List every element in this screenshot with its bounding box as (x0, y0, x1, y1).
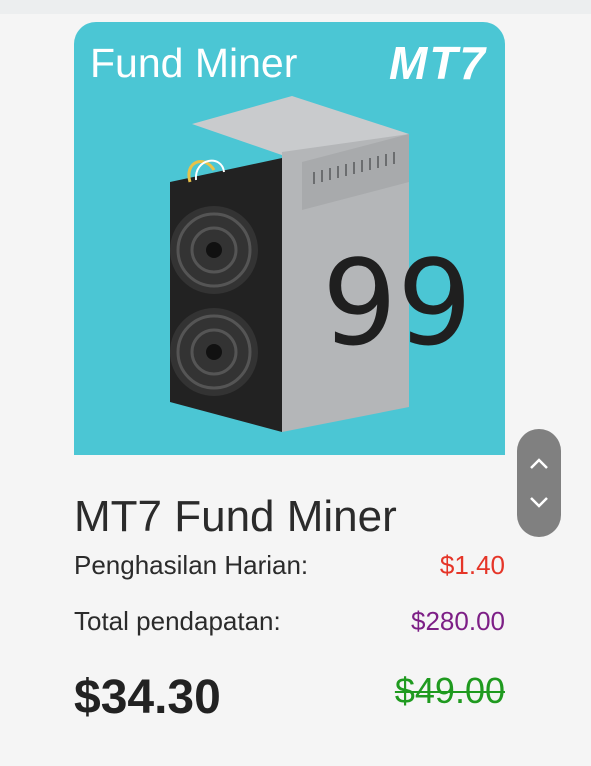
product-image[interactable]: 99 Fund Miner MT7 (74, 22, 505, 455)
total-income-label: Total pendapatan: (74, 606, 281, 636)
total-income-row: Total pendapatan: $280.00 (74, 606, 505, 637)
scroll-down-button[interactable] (517, 480, 561, 524)
daily-income-value: $1.40 (439, 550, 505, 580)
chevron-down-icon (530, 497, 548, 508)
daily-income-row: Penghasilan Harian: $1.40 (74, 550, 505, 581)
product-name: MT7 Fund Miner (74, 492, 397, 541)
banner-model: MT7 (389, 37, 487, 89)
total-income-value: $280.00 (411, 606, 505, 636)
hashrate-text: 99 (322, 234, 472, 372)
chevron-up-icon (530, 458, 548, 469)
daily-income-label: Penghasilan Harian: (74, 550, 309, 580)
original-price: $49.00 (394, 670, 505, 711)
product-card[interactable]: 99 Fund Miner MT7 MT7 Fund Miner Penghas… (74, 22, 505, 724)
banner-title: Fund Miner (90, 40, 298, 86)
current-price: $34.30 (74, 671, 221, 724)
scroll-controls (517, 429, 561, 537)
top-strip (0, 0, 591, 14)
